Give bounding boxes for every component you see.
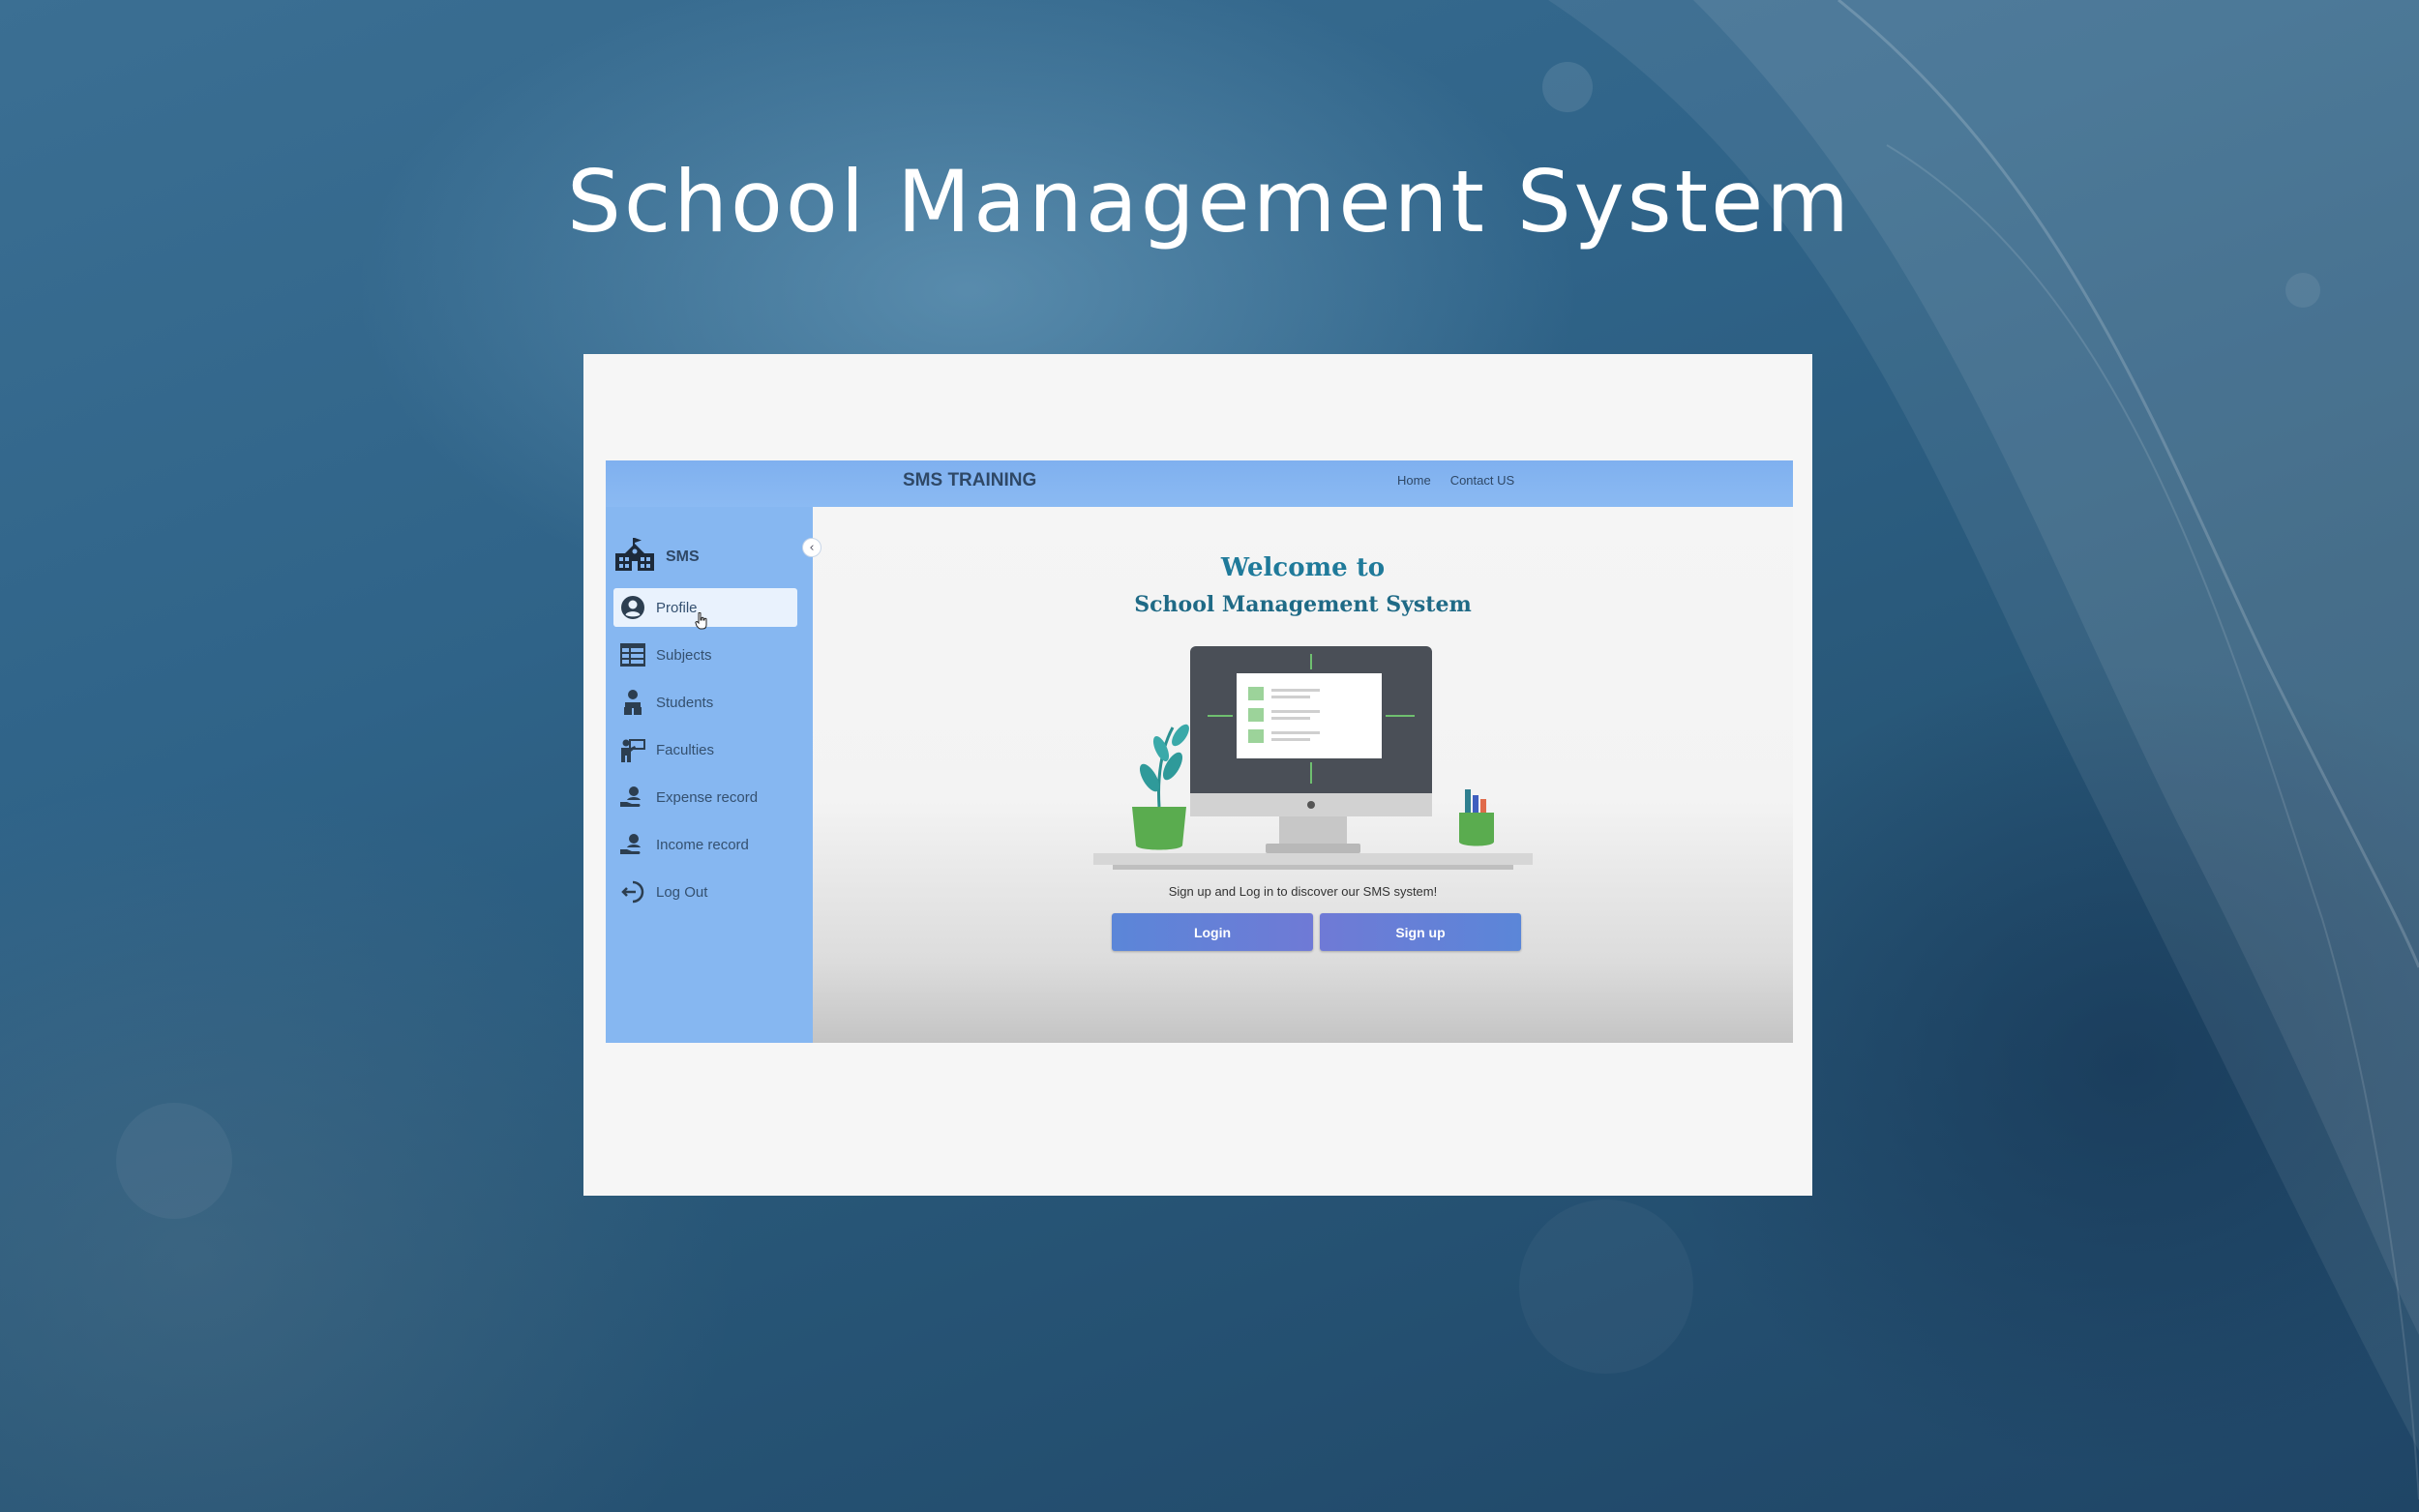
teacher-icon [619, 736, 646, 763]
sidebar-item-logout[interactable]: Log Out [613, 873, 797, 911]
chevron-left-icon: ‹ [809, 540, 815, 555]
sidebar-collapse-button[interactable]: ‹ [802, 538, 821, 557]
nav-link-home[interactable]: Home [1397, 473, 1431, 488]
sidebar-item-label: Expense record [656, 788, 759, 806]
sidebar-item-label: Subjects [656, 646, 712, 664]
top-nav: Home Contact US [1397, 473, 1514, 488]
sidebar-item-expense-record[interactable]: Expense record [613, 778, 797, 816]
sidebar-item-faculties[interactable]: Faculties [613, 730, 797, 769]
sidebar-item-label: Log Out [656, 883, 708, 901]
sidebar-item-label: Students [656, 694, 714, 711]
slide-title: School Management System [567, 152, 1852, 252]
sidebar-item-label: Profile [656, 599, 698, 616]
sidebar-logo-text: SMS [666, 548, 700, 565]
top-bar: SMS TRAINING Home Contact US [606, 460, 1793, 507]
tagline-text: Sign up and Log in to discover our SMS s… [1168, 884, 1438, 899]
computer-desk-illustration [1093, 646, 1533, 870]
school-icon [613, 538, 656, 577]
sidebar-item-label: Income record [656, 836, 749, 853]
sidebar-logo: SMS [613, 538, 700, 577]
welcome-subheading: School Management System [1134, 592, 1472, 617]
screenshot-frame: SMS TRAINING Home Contact US SMS Profile… [583, 354, 1812, 1196]
students-icon [619, 689, 646, 716]
sidebar-menu: Profile Subjects Students Faculties Expe… [613, 588, 797, 920]
welcome-heading: Welcome to [1220, 553, 1386, 582]
sidebar-item-label: Faculties [656, 741, 715, 758]
hand-user-icon [619, 784, 646, 811]
signup-button[interactable]: Sign up [1320, 913, 1521, 951]
login-button[interactable]: Login [1112, 913, 1313, 951]
mouse-pointer-icon [695, 612, 707, 630]
app-window: SMS TRAINING Home Contact US SMS Profile… [606, 460, 1793, 1043]
user-circle-icon [619, 594, 646, 621]
auth-buttons: Login Sign up [1112, 913, 1521, 951]
sidebar-item-students[interactable]: Students [613, 683, 797, 722]
sidebar-item-income-record[interactable]: Income record [613, 825, 797, 864]
nav-link-contact[interactable]: Contact US [1450, 473, 1514, 488]
hand-user-icon [619, 831, 646, 858]
main-content: Welcome to School Management System Sign… [813, 507, 1793, 1043]
table-icon [619, 641, 646, 668]
brand-title: SMS TRAINING [903, 470, 1037, 490]
sidebar: SMS Profile Subjects Students Faculties … [606, 507, 813, 1043]
sidebar-item-subjects[interactable]: Subjects [613, 636, 797, 674]
logout-icon [619, 878, 646, 905]
